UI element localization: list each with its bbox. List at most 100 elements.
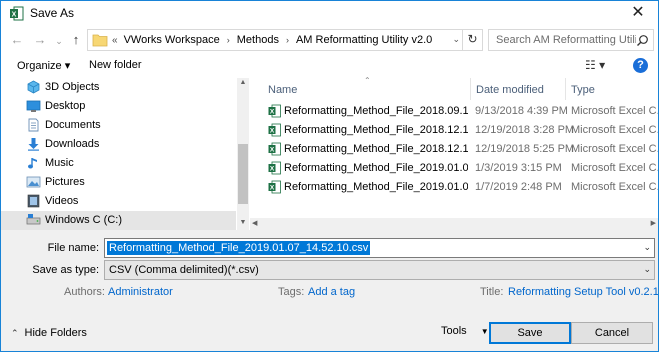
svg-text:X: X (270, 128, 275, 135)
file-row[interactable]: X Reformatting_Method_File_2018.12.19_15… (264, 121, 658, 140)
tools-label: Tools (441, 325, 467, 337)
music-icon (28, 158, 37, 169)
view-options-icon[interactable]: ☷ ▾ (585, 58, 605, 72)
file-name: Reformatting_Method_File_2019.01.07_14..… (284, 181, 468, 193)
search-icon (636, 34, 649, 47)
file-row[interactable]: X Reformatting_Method_File_2018.09.13_16… (264, 102, 658, 121)
file-date: 1/3/2019 3:15 PM (475, 162, 562, 174)
save-button[interactable]: Save (489, 322, 571, 344)
file-list: ⌃ Name Date modified Type X Reformatting… (250, 76, 658, 230)
file-row[interactable]: X Reformatting_Method_File_2019.01.07_14… (264, 178, 658, 197)
file-name: Reformatting_Method_File_2018.09.13_16..… (284, 105, 468, 117)
save-type-label: Save as type: (32, 264, 99, 276)
sidebar-item-label: Downloads (45, 138, 100, 150)
breadcrumb-item[interactable]: Methods (237, 34, 279, 46)
sort-ascending-icon: ⌃ (364, 76, 371, 85)
scroll-right-arrow-icon[interactable]: ▶ (651, 219, 656, 227)
column-header-type[interactable]: Type (571, 84, 595, 96)
file-date: 12/19/2018 5:25 PM (475, 143, 575, 155)
navigation-pane: 3D Objects Desktop Documents Downloads M… (1, 78, 249, 230)
svg-text:X: X (270, 166, 275, 173)
excel-csv-icon: X (268, 161, 281, 175)
excel-csv-icon: X (268, 180, 281, 194)
sidebar-item-pictures[interactable]: Pictures (1, 173, 236, 192)
file-row[interactable]: X Reformatting_Method_File_2018.12.19_17… (264, 140, 658, 159)
tools-button[interactable]: Tools ▼ (441, 325, 489, 337)
title-bar: X Save As ✕ (1, 1, 658, 26)
help-icon[interactable]: ? (633, 58, 648, 73)
excel-app-icon: X (10, 6, 24, 21)
chevron-down-icon[interactable]: ⌄ (643, 242, 651, 253)
tags-value[interactable]: Add a tag (308, 286, 355, 298)
breadcrumb-overflow-icon[interactable]: « (112, 35, 118, 46)
breadcrumb-item[interactable]: AM Reformatting Utility v2.0 (296, 34, 432, 46)
nav-scrollbar[interactable]: ▲ ▼ (237, 78, 249, 230)
address-bar[interactable]: « VWorks Workspace › Methods › AM Reform… (87, 29, 483, 51)
file-name-label: File name: (47, 242, 99, 254)
organize-button[interactable]: Organize ▾ (17, 59, 70, 72)
sidebar-item-videos[interactable]: Videos (1, 192, 236, 211)
up-arrow-icon[interactable]: ↑ (68, 32, 84, 48)
sidebar-item-label: 3D Objects (45, 81, 100, 93)
column-header-date[interactable]: Date modified (476, 84, 544, 96)
forward-arrow-icon[interactable]: → (32, 32, 48, 48)
authors-value[interactable]: Administrator (108, 286, 173, 298)
chevron-down-icon[interactable]: ⌄ (643, 264, 651, 275)
cube-icon (27, 80, 40, 94)
sidebar-item-3d-objects[interactable]: 3D Objects (1, 78, 236, 97)
refresh-icon[interactable]: ↻ (462, 30, 482, 50)
cancel-button[interactable]: Cancel (571, 322, 653, 344)
hide-folders-label: Hide Folders (24, 327, 87, 339)
drive-icon (26, 214, 41, 225)
file-date: 12/19/2018 3:28 PM (475, 124, 575, 136)
file-list-scrollbar[interactable]: ◀ ▶ (250, 218, 658, 230)
back-arrow-icon[interactable]: ← (9, 32, 25, 48)
search-input[interactable]: Search AM Reformatting Utilit... (488, 29, 654, 51)
sidebar-item-documents[interactable]: Documents (1, 116, 236, 135)
folder-icon (92, 34, 108, 47)
chevron-up-icon: ⌃ (11, 328, 19, 338)
file-name: Reformatting_Method_File_2018.12.19_15..… (284, 124, 468, 136)
address-row: ← → ⌄ ↑ « VWorks Workspace › Methods › A… (1, 26, 658, 54)
desktop-icon (26, 100, 41, 112)
file-type: Microsoft Excel C... (571, 143, 658, 155)
sidebar-item-label: Documents (45, 119, 101, 131)
file-name: Reformatting_Method_File_2019.01.03_15..… (284, 162, 468, 174)
svg-text:X: X (270, 185, 275, 192)
column-header-name[interactable]: Name (268, 84, 297, 96)
column-divider[interactable] (565, 78, 566, 100)
svg-text:X: X (270, 147, 275, 154)
file-row[interactable]: X Reformatting_Method_File_2019.01.03_15… (264, 159, 658, 178)
new-folder-button[interactable]: New folder (89, 59, 142, 71)
file-name: Reformatting_Method_File_2018.12.19_17..… (284, 143, 468, 155)
column-divider[interactable] (470, 78, 471, 100)
breadcrumb-item[interactable]: VWorks Workspace (124, 34, 220, 46)
title-value[interactable]: Reformatting Setup Tool v0.2.1 (508, 286, 658, 298)
breadcrumb-separator-icon[interactable]: › (227, 35, 230, 45)
sidebar-item-downloads[interactable]: Downloads (1, 135, 236, 154)
sidebar-item-label: Music (45, 157, 74, 169)
sidebar-item-desktop[interactable]: Desktop (1, 97, 236, 116)
address-dropdown-icon[interactable]: ⌄ (452, 34, 460, 45)
scroll-down-arrow-icon[interactable]: ▼ (237, 219, 249, 226)
documents-icon (28, 118, 39, 132)
save-type-select[interactable]: CSV (Comma delimited)(*.csv) ⌄ (104, 260, 655, 280)
scroll-left-arrow-icon[interactable]: ◀ (252, 219, 257, 227)
downloads-icon (28, 138, 39, 151)
sidebar-item-windows-c[interactable]: Windows C (C:) (1, 211, 236, 230)
breadcrumb-separator-icon[interactable]: › (286, 35, 289, 45)
hide-folders-button[interactable]: ⌃ Hide Folders (11, 327, 87, 339)
recent-locations-chevron-icon[interactable]: ⌄ (51, 33, 67, 49)
file-name-field[interactable]: Reformatting_Method_File_2019.01.07_14.5… (104, 238, 655, 258)
videos-icon (27, 194, 40, 208)
breadcrumb: « VWorks Workspace › Methods › AM Reform… (112, 34, 432, 46)
scroll-up-arrow-icon[interactable]: ▲ (237, 79, 249, 86)
file-date: 1/7/2019 2:48 PM (475, 181, 562, 193)
title-label: Title: (480, 286, 504, 298)
tags-label: Tags: (278, 286, 305, 298)
scroll-thumb[interactable] (238, 144, 248, 204)
file-type: Microsoft Excel C... (571, 162, 658, 174)
sidebar-item-music[interactable]: Music (1, 154, 236, 173)
close-button[interactable]: ✕ (618, 1, 658, 26)
sidebar-item-label: Desktop (45, 100, 86, 112)
